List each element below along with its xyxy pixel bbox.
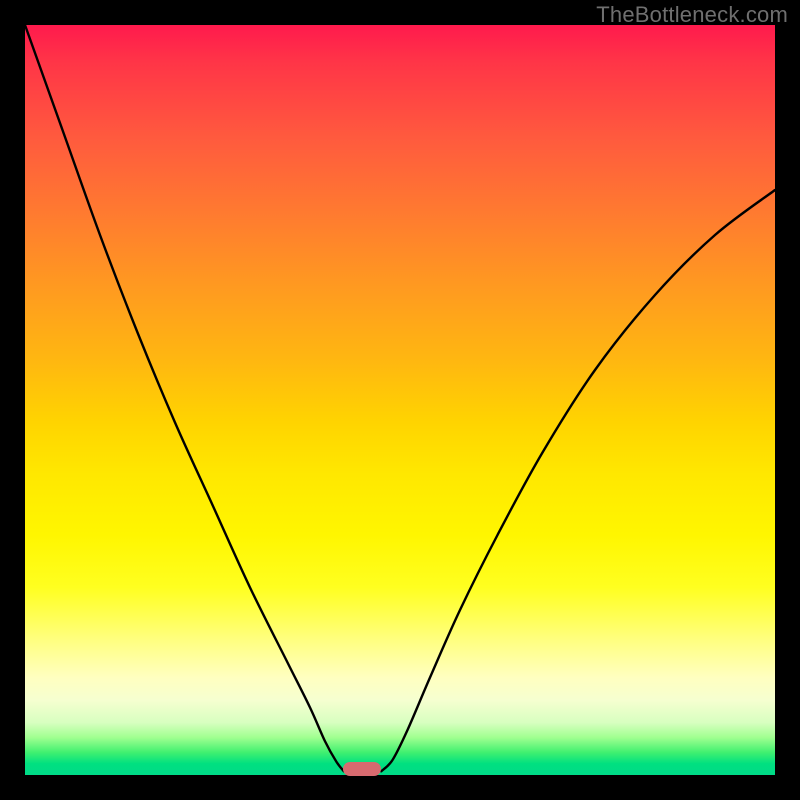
plot-area xyxy=(25,25,775,775)
watermark-text: TheBottleneck.com xyxy=(596,2,788,28)
curve-left-branch xyxy=(25,25,344,771)
bottleneck-curve xyxy=(25,25,775,775)
bottleneck-marker xyxy=(343,762,381,776)
curve-right-branch xyxy=(381,190,775,771)
